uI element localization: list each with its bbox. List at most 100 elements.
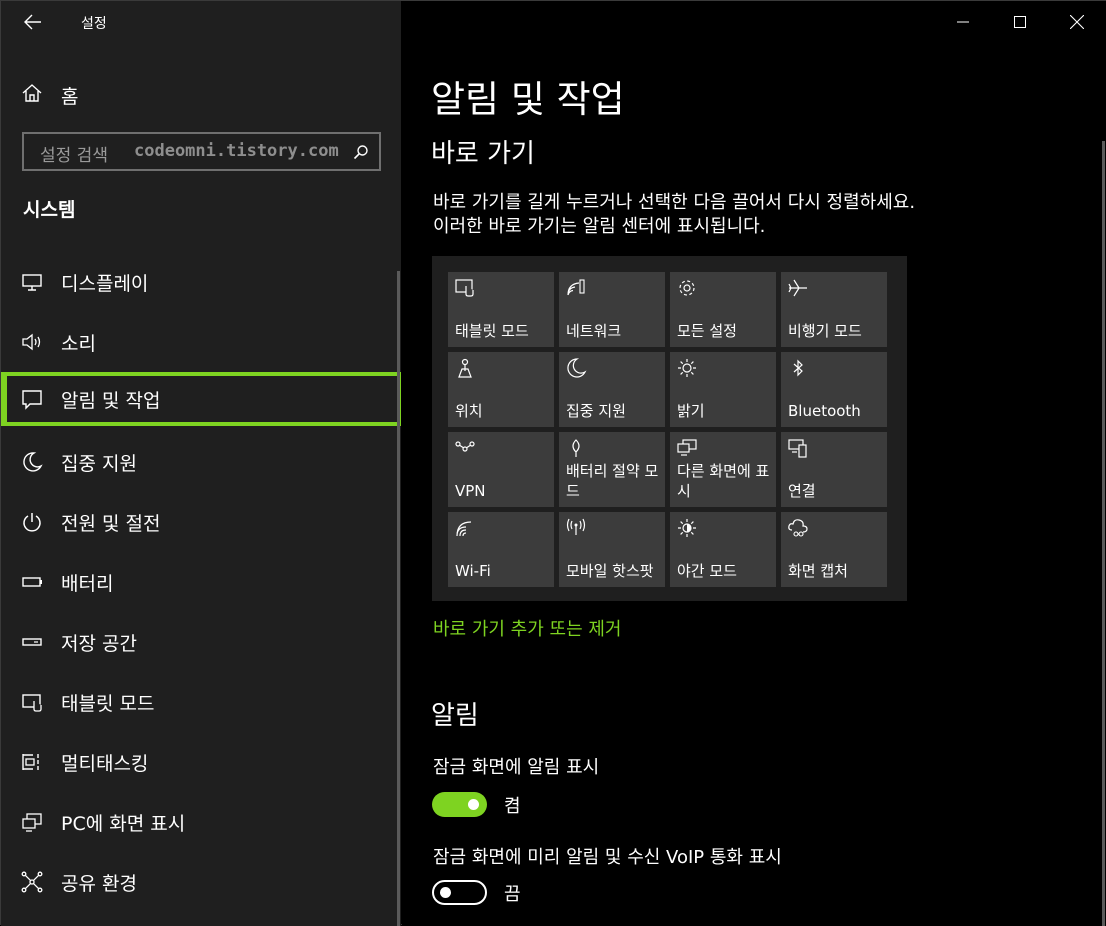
- tile-battery-saver[interactable]: 배터리 절약 모드: [559, 432, 665, 507]
- tile-all-settings[interactable]: 모든 설정: [670, 272, 776, 347]
- tile-label: Wi-Fi: [455, 562, 491, 580]
- location-icon: [454, 357, 476, 379]
- drive-icon: [21, 631, 43, 653]
- brightness-icon: [676, 357, 698, 379]
- maximize-icon: [1014, 16, 1026, 28]
- search-placeholder: 설정 검색: [40, 146, 108, 166]
- sidebar: 설정 홈 설정 검색 codeomni.tistory.com 시스템 디스플레…: [1, 1, 401, 926]
- home-link[interactable]: 홈: [1, 73, 401, 113]
- close-button[interactable]: [1057, 7, 1097, 37]
- sidebar-scrollbar[interactable]: [397, 271, 400, 926]
- tile-focus-assist[interactable]: 집중 지원: [559, 352, 665, 427]
- search-box[interactable]: 설정 검색 codeomni.tistory.com: [22, 132, 381, 171]
- quick-actions-description: 바로 가기를 길게 누르거나 선택한 다음 끌어서 다시 정렬하세요. 이러한 …: [433, 191, 1033, 239]
- lock-screen-notifications-toggle[interactable]: [432, 792, 487, 817]
- tile-label: 네트워크: [566, 322, 622, 340]
- sidebar-item-display[interactable]: 디스플레이: [1, 255, 401, 309]
- edit-quick-actions-link[interactable]: 바로 가기 추가 또는 제거: [433, 615, 622, 641]
- quick-actions-panel: 태블릿 모드 네트워크 모든 설정 비행기 모드 위치 집중 지원 밝기 Blu…: [432, 256, 907, 601]
- battery-saver-icon: [565, 437, 587, 459]
- tile-label: 야간 모드: [677, 562, 737, 580]
- minimize-button[interactable]: [943, 7, 983, 37]
- tile-label: Bluetooth: [788, 402, 861, 420]
- watermark-text: codeomni.tistory.com: [134, 141, 339, 161]
- tile-label: 화면 캡처: [788, 562, 848, 580]
- tile-label: 비행기 모드: [788, 322, 862, 340]
- home-label: 홈: [61, 86, 79, 108]
- tile-vpn[interactable]: VPN: [448, 432, 554, 507]
- notifications-heading: 알림: [431, 701, 479, 731]
- night-light-icon: [676, 517, 698, 539]
- gear-icon: [676, 277, 698, 299]
- back-button[interactable]: [19, 9, 47, 35]
- moon-icon: [565, 357, 587, 379]
- sidebar-item-focus-assist[interactable]: 집중 지원: [1, 435, 401, 489]
- sidebar-item-tablet-mode[interactable]: 태블릿 모드: [1, 675, 401, 729]
- maximize-button[interactable]: [1000, 7, 1040, 37]
- power-icon: [21, 511, 43, 533]
- tile-location[interactable]: 위치: [448, 352, 554, 427]
- tile-label: 연결: [788, 482, 816, 500]
- sidebar-item-label: 태블릿 모드: [61, 693, 155, 715]
- close-icon: [1070, 15, 1084, 29]
- tile-connect[interactable]: 연결: [781, 432, 887, 507]
- tile-wifi[interactable]: Wi-Fi: [448, 512, 554, 587]
- project-icon: [676, 437, 698, 459]
- toggle-state-label: 끔: [504, 884, 521, 905]
- tile-label: VPN: [455, 482, 486, 500]
- lock-screen-reminders-toggle[interactable]: [432, 880, 487, 905]
- sidebar-item-shared-experiences[interactable]: 공유 환경: [1, 855, 401, 909]
- tile-label: 집중 지원: [566, 402, 626, 420]
- sidebar-item-label: 알림 및 작업: [61, 390, 161, 412]
- quick-actions-heading: 바로 가기: [431, 139, 535, 169]
- settings-window: 설정 홈 설정 검색 codeomni.tistory.com 시스템 디스플레…: [0, 0, 1106, 926]
- battery-icon: [21, 571, 43, 593]
- sidebar-item-multitasking[interactable]: 멀티태스킹: [1, 735, 401, 789]
- sidebar-item-label: 디스플레이: [61, 273, 149, 295]
- screen-snip-icon: [787, 517, 809, 539]
- sidebar-item-label: 공유 환경: [61, 873, 137, 895]
- sidebar-item-notifications[interactable]: 알림 및 작업: [1, 372, 401, 426]
- tile-project[interactable]: 다른 화면에 표시: [670, 432, 776, 507]
- message-icon: [21, 388, 43, 410]
- project-icon: [21, 811, 43, 833]
- hotspot-icon: [565, 517, 587, 539]
- sidebar-item-label: PC에 화면 표시: [61, 813, 186, 835]
- section-title: 시스템: [23, 199, 76, 221]
- airplane-icon: [787, 277, 809, 299]
- tile-label: 배터리 절약 모드: [566, 462, 659, 500]
- connect-icon: [787, 437, 809, 459]
- tile-airplane-mode[interactable]: 비행기 모드: [781, 272, 887, 347]
- tile-mobile-hotspot[interactable]: 모바일 핫스팟: [559, 512, 665, 587]
- sidebar-item-sound[interactable]: 소리: [1, 315, 401, 369]
- tile-tablet-mode[interactable]: 태블릿 모드: [448, 272, 554, 347]
- tile-label: 다른 화면에 표시: [677, 462, 770, 500]
- tile-label: 모든 설정: [677, 322, 737, 340]
- minimize-icon: [957, 21, 969, 23]
- multitask-icon: [21, 751, 43, 773]
- sidebar-item-label: 저장 공간: [61, 633, 137, 655]
- description-line: 바로 가기를 길게 누르거나 선택한 다음 끌어서 다시 정렬하세요.: [433, 192, 916, 213]
- description-line: 이러한 바로 가기는 알림 센터에 표시됩니다.: [433, 216, 766, 237]
- sidebar-item-battery[interactable]: 배터리: [1, 555, 401, 609]
- tile-label: 모바일 핫스팟: [566, 562, 654, 580]
- tile-night-light[interactable]: 야간 모드: [670, 512, 776, 587]
- toggle-knob: [468, 799, 479, 810]
- tile-label: 밝기: [677, 402, 705, 420]
- back-arrow-icon: [24, 14, 41, 30]
- tile-brightness[interactable]: 밝기: [670, 352, 776, 427]
- main-scrollbar[interactable]: [1102, 141, 1105, 926]
- search-icon[interactable]: [353, 144, 369, 164]
- tile-network[interactable]: 네트워크: [559, 272, 665, 347]
- wifi-icon: [454, 517, 476, 539]
- sidebar-item-power[interactable]: 전원 및 절전: [1, 495, 401, 549]
- tile-screen-snip[interactable]: 화면 캡처: [781, 512, 887, 587]
- sidebar-item-label: 전원 및 절전: [61, 513, 161, 535]
- sidebar-item-storage[interactable]: 저장 공간: [1, 615, 401, 669]
- sidebar-item-project[interactable]: PC에 화면 표시: [1, 795, 401, 849]
- network-icon: [565, 277, 587, 299]
- tile-bluetooth[interactable]: Bluetooth: [781, 352, 887, 427]
- sidebar-item-label: 집중 지원: [61, 453, 137, 475]
- vpn-icon: [454, 437, 476, 459]
- bluetooth-icon: [787, 357, 809, 379]
